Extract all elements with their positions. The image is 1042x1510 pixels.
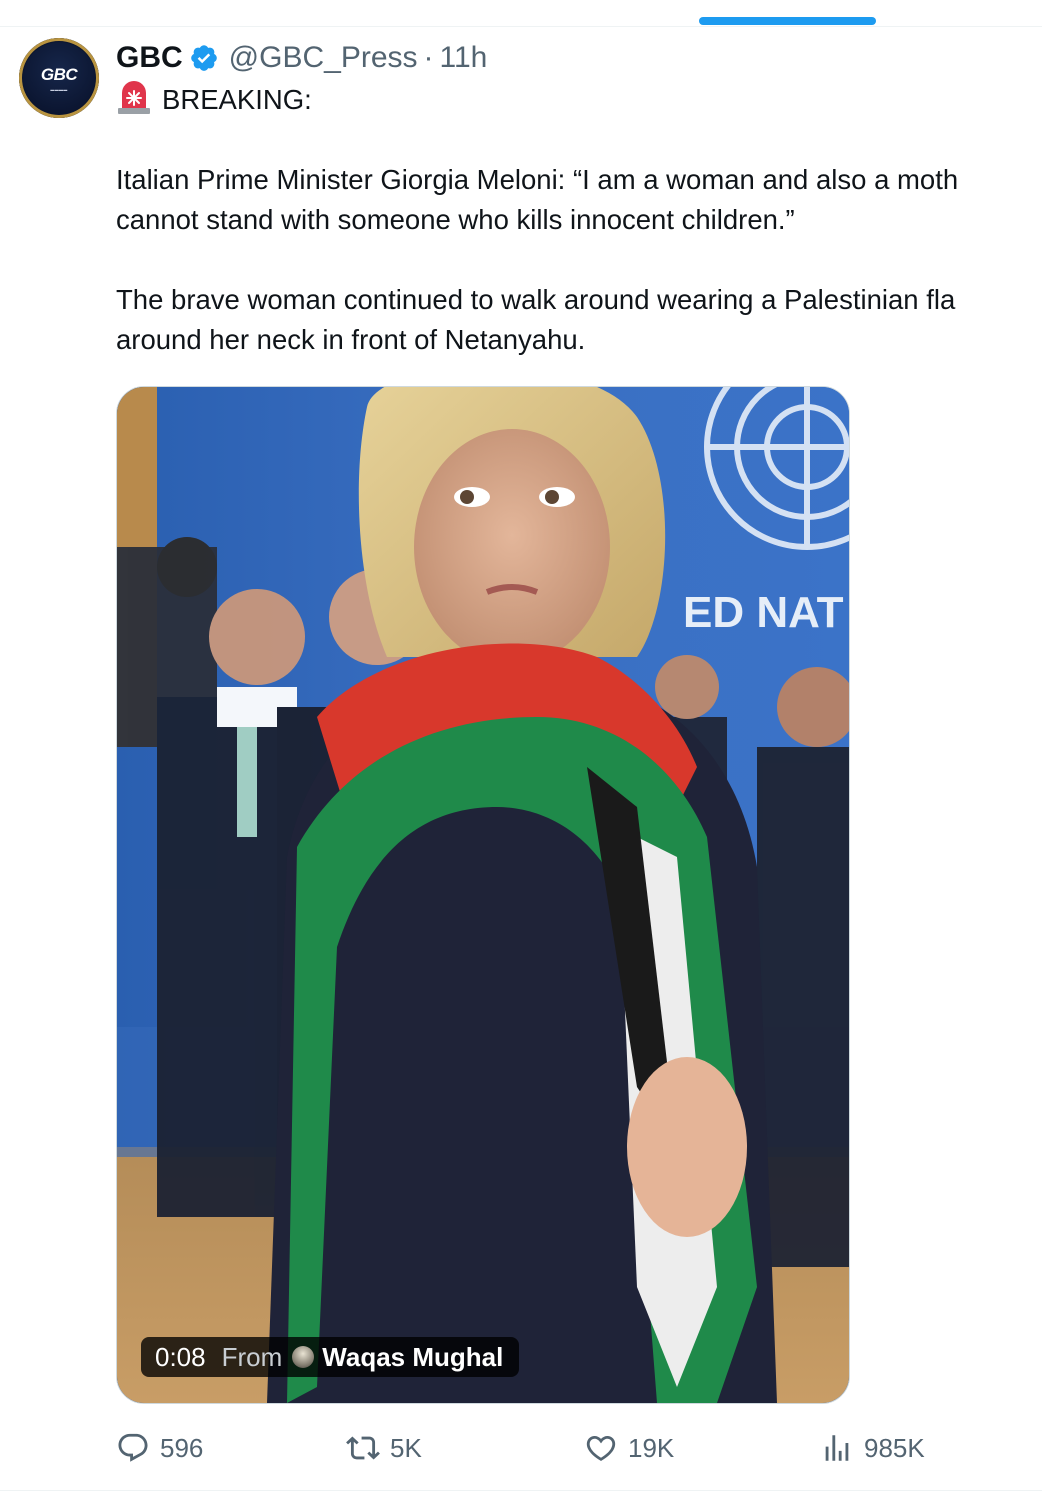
repost-button[interactable]: 5K xyxy=(346,1426,422,1470)
reply-count: 596 xyxy=(160,1432,204,1463)
tweet-line-4: cannot stand with someone who kills inno… xyxy=(116,204,795,235)
avatar-logo-text: GBC xyxy=(40,64,78,84)
gbc-logo-icon: ▬▬▬▬ xyxy=(50,86,68,92)
scroll-indicator xyxy=(699,17,876,25)
source-avatar[interactable] xyxy=(292,1346,315,1368)
background-text: ED NAT xyxy=(683,588,844,637)
breaking-label: BREAKING: xyxy=(162,84,312,115)
top-divider xyxy=(0,26,1042,27)
repost-count: 5K xyxy=(390,1432,422,1463)
video-duration: 0:08 xyxy=(155,1341,206,1372)
video-player[interactable]: ED NAT 0:08 From Waqas Mughal xyxy=(116,386,850,1404)
display-name[interactable]: GBC xyxy=(116,41,183,75)
tweet-line-3: Italian Prime Minister Giorgia Meloni: “… xyxy=(116,164,959,195)
like-button[interactable]: 19K xyxy=(584,1426,674,1470)
timestamp[interactable]: 11h xyxy=(440,41,488,75)
analytics-icon xyxy=(825,1435,849,1461)
tweet-header: GBC @GBC_Press · 11h xyxy=(116,38,487,78)
tweet-text: BREAKING: Italian Prime Minister Giorgia… xyxy=(116,80,1042,360)
video-badge: 0:08 From Waqas Mughal xyxy=(141,1337,520,1377)
avatar[interactable]: GBC ▬▬▬▬ xyxy=(19,38,99,118)
views-button[interactable]: 985K xyxy=(820,1426,925,1470)
bottom-divider xyxy=(0,1490,1042,1491)
action-bar: 596 5K 19K 985K xyxy=(116,1426,936,1470)
siren-icon xyxy=(118,81,150,114)
author-handle[interactable]: @GBC_Press xyxy=(229,41,418,75)
view-count: 985K xyxy=(864,1432,925,1463)
video-frame: ED NAT xyxy=(117,387,849,1403)
source-name[interactable]: Waqas Mughal xyxy=(322,1342,503,1373)
like-count: 19K xyxy=(628,1432,675,1463)
reply-button[interactable]: 596 xyxy=(116,1426,203,1470)
reply-icon xyxy=(118,1433,148,1462)
separator-dot: · xyxy=(423,41,434,74)
heart-icon xyxy=(586,1435,616,1461)
tweet-line-7: around her neck in front of Netanyahu. xyxy=(116,324,586,355)
repost-icon xyxy=(346,1436,380,1460)
tweet-line-6: The brave woman continued to walk around… xyxy=(116,284,956,315)
tweet-line-1: BREAKING: xyxy=(116,80,1042,120)
from-label: From xyxy=(221,1341,283,1372)
verified-badge-icon[interactable] xyxy=(189,43,219,73)
